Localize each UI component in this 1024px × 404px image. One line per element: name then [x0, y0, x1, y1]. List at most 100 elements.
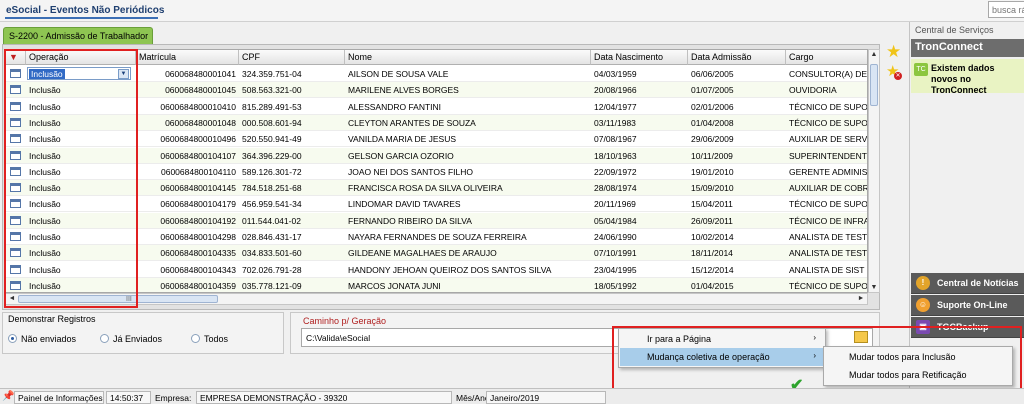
- row-document-icon[interactable]: [10, 232, 21, 241]
- menu-item-mudanca-coletiva[interactable]: Mudança coletiva de operação ›: [620, 348, 824, 366]
- col-header-data-nascimento[interactable]: Data Nascimento: [591, 50, 688, 65]
- cell-data-nascimento: 18/05/1992: [594, 280, 637, 291]
- radio-nao-enviados[interactable]: [8, 334, 17, 343]
- col-header-nome[interactable]: Nome: [345, 50, 591, 65]
- table-row[interactable]: Inclusão 060068480001048 000.508.601-94 CLE…: [6, 114, 868, 131]
- submenu: Mudar todos para Inclusão Mudar todos pa…: [823, 346, 1013, 386]
- favorite-star-icon[interactable]: ★: [886, 42, 901, 62]
- cell-data-nascimento: 12/04/1977: [594, 101, 637, 112]
- cell-operacao[interactable]: Inclusão: [26, 213, 136, 229]
- cell-operacao[interactable]: Inclusão: [26, 245, 136, 261]
- cell-cargo: TÉCNICO DE SUPOR: [789, 199, 868, 210]
- table-row[interactable]: Inclusão 0600684800104145 784.518.251-68 FR…: [6, 180, 867, 197]
- row-document-icon[interactable]: [10, 183, 21, 193]
- cell-operacao[interactable]: Inclusão: [26, 278, 136, 292]
- empresa-label: Empresa:: [155, 393, 192, 403]
- table-row[interactable]: Inclusão 060068480001045 508.563.321-00 MAR…: [6, 82, 867, 99]
- folder-icon[interactable]: [854, 331, 868, 343]
- table-row[interactable]: Inclusão 0600684800104335 034.833.501-60 GI…: [6, 245, 868, 262]
- cell-cpf: 520.550.941-49: [242, 134, 302, 145]
- cell-matricula: 0600684800010496: [160, 134, 236, 145]
- operacao-dropdown[interactable]: Inclusão ▼: [27, 67, 131, 80]
- scroll-down-icon[interactable]: ▼: [869, 284, 879, 291]
- table-row[interactable]: Inclusão 0600684800104343 702.026.791-28 HA…: [6, 261, 867, 278]
- cell-operacao[interactable]: Inclusão: [26, 262, 136, 278]
- cell-matricula: 060068480001045: [165, 85, 236, 96]
- radio-todos[interactable]: [191, 334, 200, 343]
- cell-data-admissao: 01/04/2008: [691, 117, 734, 128]
- table-row[interactable]: Inclusão ▼ 060068480001041 324.359.751-04 AI…: [6, 66, 867, 82]
- cell-operacao[interactable]: Inclusão: [26, 164, 136, 180]
- row-document-icon[interactable]: [10, 248, 21, 258]
- horizontal-scrollbar[interactable]: ◄ III ►: [5, 293, 868, 305]
- cell-cargo: GERENTE ADMINIST: [789, 166, 868, 177]
- row-document-icon[interactable]: [10, 101, 21, 111]
- empresa-value: EMPRESA DEMONSTRAÇÃO - 39320: [196, 391, 452, 404]
- cell-nome: MARCOS JONATA JUNI: [348, 280, 441, 291]
- cell-data-nascimento: 20/08/1966: [594, 85, 637, 96]
- search-input[interactable]: [988, 1, 1024, 18]
- col-header-cargo[interactable]: Cargo: [786, 50, 867, 65]
- painel-info[interactable]: Painel de Informações: [14, 391, 104, 404]
- submenu-item-inclusao[interactable]: Mudar todos para Inclusão: [825, 348, 1011, 366]
- table-row[interactable]: Inclusão 0600684800010410 815.289.491-53 AL…: [6, 98, 867, 115]
- cell-cpf: 034.833.501-60: [242, 248, 302, 259]
- row-document-icon[interactable]: [10, 134, 21, 144]
- col-header-matricula[interactable]: Matrícula: [136, 50, 239, 65]
- filter-header[interactable]: ▼: [6, 50, 26, 65]
- cell-data-nascimento: 18/10/1963: [594, 150, 637, 161]
- vertical-scroll-thumb[interactable]: [870, 64, 878, 106]
- table-row[interactable]: Inclusão 0600684800104192 011.544.041-02 FE…: [6, 212, 867, 229]
- suporte-online-button[interactable]: ☺ Suporte On-Line: [911, 295, 1024, 316]
- submenu-item-retificacao[interactable]: Mudar todos para Retificação: [825, 366, 1011, 384]
- tronconnect-header[interactable]: TronConnect: [911, 39, 1024, 57]
- col-header-cpf[interactable]: CPF: [239, 50, 345, 65]
- col-header-data-admissao[interactable]: Data Admissão: [688, 50, 786, 65]
- scroll-right-icon[interactable]: ►: [856, 295, 866, 302]
- radio-ja-enviados[interactable]: [100, 334, 109, 343]
- cell-operacao[interactable]: Inclusão: [26, 131, 136, 147]
- cell-operacao[interactable]: Inclusão: [26, 99, 136, 115]
- scroll-left-icon[interactable]: ◄: [7, 295, 17, 302]
- cell-operacao[interactable]: Inclusão: [26, 196, 136, 212]
- table-row[interactable]: Inclusão 0600684800104110 589.126.301-72 JO…: [6, 163, 868, 180]
- row-document-icon[interactable]: [10, 199, 21, 209]
- row-document-icon[interactable]: [10, 280, 21, 290]
- col-header-operacao[interactable]: Operação: [26, 50, 136, 65]
- radio-label-nao-enviados: Não enviados: [21, 334, 77, 344]
- menu-item-ir-para-pagina[interactable]: Ir para a Página ›: [620, 330, 824, 348]
- vertical-scrollbar[interactable]: ▲ ▼: [868, 49, 880, 293]
- data-grid[interactable]: ▼ Operação Matrícula CPF Nome Data Nasci…: [5, 49, 868, 293]
- cell-cargo: ANALISTA DE TEST: [789, 248, 868, 259]
- scroll-up-icon[interactable]: ▲: [869, 51, 879, 58]
- filter-icon[interactable]: ▼: [9, 52, 18, 62]
- pin-icon[interactable]: 📌: [2, 391, 14, 402]
- cell-cargo: TÉCNICO DE SUPOR: [789, 117, 868, 128]
- row-document-icon[interactable]: [10, 166, 21, 176]
- cell-operacao[interactable]: Inclusão: [26, 82, 136, 98]
- cell-matricula: 060068480001048: [165, 117, 236, 128]
- cell-operacao[interactable]: Inclusão: [26, 115, 136, 131]
- cell-operacao[interactable]: Inclusão ▼: [26, 66, 136, 82]
- row-document-icon[interactable]: [10, 85, 21, 95]
- row-document-icon[interactable]: [10, 150, 21, 160]
- row-document-icon[interactable]: [10, 69, 21, 78]
- central-noticias-button[interactable]: ! Central de Notícias: [911, 273, 1024, 294]
- cell-operacao[interactable]: Inclusão: [26, 180, 136, 196]
- dropdown-arrow-icon[interactable]: ▼: [118, 69, 129, 79]
- row-document-icon[interactable]: [10, 117, 21, 127]
- table-row[interactable]: Inclusão 0600684800104298 028.846.431-17 NA…: [6, 229, 867, 245]
- table-row[interactable]: Inclusão 0600684800010496 520.550.941-49 VA…: [6, 131, 867, 148]
- row-document-icon[interactable]: [10, 215, 21, 225]
- tgcbackup-button[interactable]: ▣ TGCBackup: [911, 317, 1024, 338]
- horizontal-scroll-thumb[interactable]: III: [18, 295, 218, 303]
- tronconnect-icon: TC: [914, 63, 928, 76]
- tab-admissao[interactable]: S-2200 - Admissão de Trabalhador: [3, 27, 153, 45]
- table-row[interactable]: Inclusão 0600684800104179 456.959.541-34 LI…: [6, 196, 868, 213]
- cell-operacao[interactable]: Inclusão: [26, 148, 136, 164]
- row-document-icon[interactable]: [10, 264, 21, 274]
- menu-item-mudanca-coletiva-label: Mudança coletiva de operação: [647, 352, 770, 362]
- table-row[interactable]: Inclusão 0600684800104359 035.778.121-09 MA…: [6, 277, 867, 292]
- table-row[interactable]: Inclusão 0600684800104107 364.396.229-00 GE…: [6, 147, 867, 164]
- cell-operacao[interactable]: Inclusão: [26, 229, 136, 245]
